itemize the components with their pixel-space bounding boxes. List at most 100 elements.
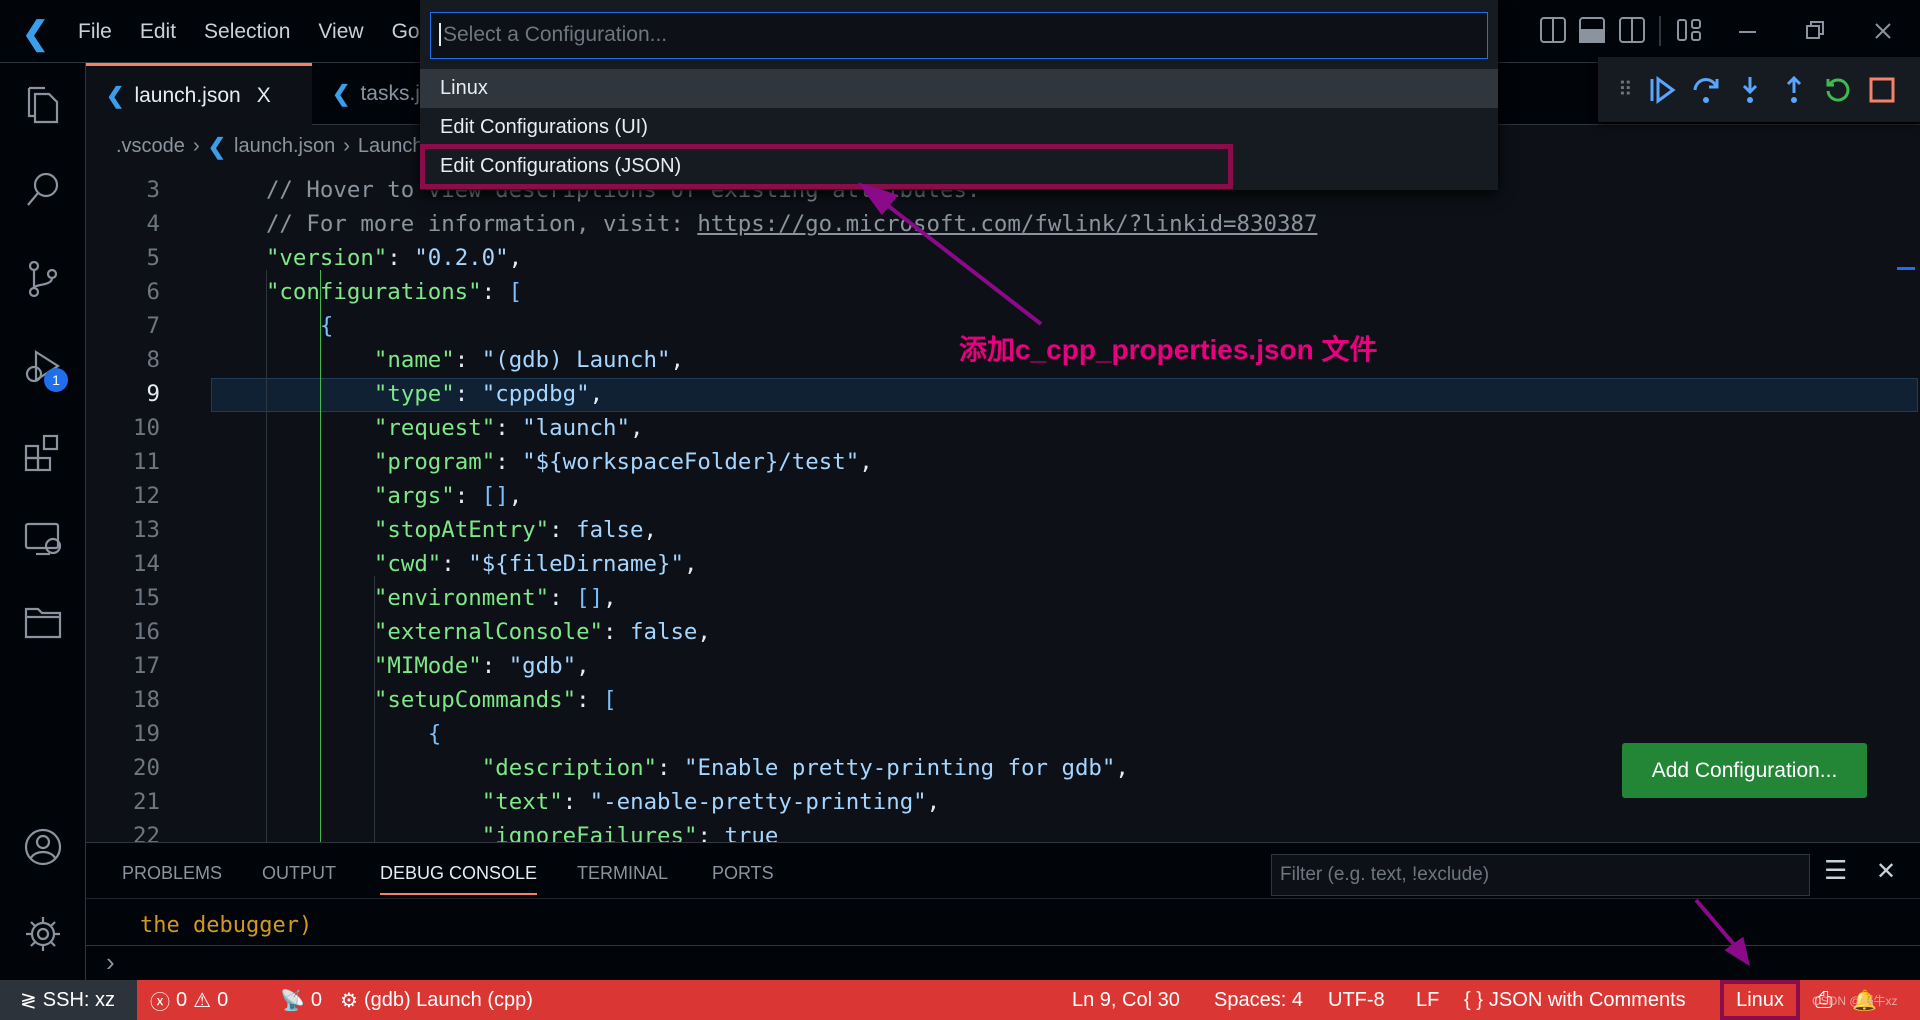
problems-status[interactable]: ⓧ 0 ⚠ 0 [150,980,228,1020]
quick-pick-item-linux[interactable]: Linux [420,69,1498,108]
remote-explorer-icon[interactable] [20,516,66,562]
settings-gear-icon[interactable] [20,911,66,957]
tab-terminal[interactable]: TERMINAL [577,863,668,884]
quick-pick-item-edit-ui[interactable]: Edit Configurations (UI) [420,108,1498,147]
menu-go[interactable]: Go [392,20,420,44]
cursor-position[interactable]: Ln 9, Col 30 [1072,980,1180,1020]
step-into-icon[interactable] [1735,75,1765,105]
eol-status[interactable]: LF [1416,980,1439,1020]
close-tab-icon[interactable]: X [257,84,271,108]
tab-output[interactable]: OUTPUT [262,863,336,884]
code-line[interactable]: 13 "stopAtEntry": false, [86,513,1918,547]
code-line[interactable]: 9 "type": "cppdbg", [86,377,1918,411]
code-line[interactable]: 6 "configurations": [ [86,275,1918,309]
account-icon[interactable] [20,824,66,870]
console-prompt[interactable]: › [106,947,115,978]
token-pun: : [454,347,482,373]
stop-icon[interactable] [1867,75,1897,105]
code-line[interactable]: 18 "setupCommands": [ [86,683,1918,717]
toggle-sidebar-icon[interactable] [1540,17,1566,43]
tab-label: launch.json [134,83,241,107]
token-pun: , [508,245,523,271]
add-configuration-button[interactable]: Add Configuration... [1622,743,1867,798]
indentation-status[interactable]: Spaces: 4 [1214,980,1303,1020]
line-number: 18 [133,687,160,713]
token-pun: , [926,789,941,815]
token-str: "gdb" [508,653,577,679]
tab-problems[interactable]: PROBLEMS [122,863,222,884]
menu-edit[interactable]: Edit [140,20,176,44]
token-pun: , [643,517,657,543]
token-pun: : [603,619,631,645]
console-filter-input[interactable]: Filter (e.g. text, !exclude) [1271,854,1810,896]
code-line[interactable]: 15 "environment": [], [86,581,1918,615]
filter-placeholder: Filter (e.g. text, !exclude) [1280,864,1490,885]
debug-badge: 1 [44,368,68,392]
menu-file[interactable]: File [78,20,112,44]
breadcrumb-symbol[interactable]: Launch [358,135,424,158]
continue-icon[interactable] [1647,75,1677,105]
code-line[interactable]: 11 "program": "${workspaceFolder}/test", [86,445,1918,479]
code-line[interactable]: 4 // For more information, visit: https:/… [86,207,1918,241]
broadcast-icon: 📡 [280,989,305,1012]
line-number: 4 [146,211,160,237]
token-pun: : [387,245,415,271]
restart-icon[interactable] [1823,75,1853,105]
source-control-icon[interactable] [20,256,66,302]
toggle-panel-icon[interactable] [1579,17,1605,43]
token-key: "configurations" [265,279,482,305]
code-text: "ignoreFailures": true [482,819,779,842]
code-line[interactable]: 10 "request": "launch", [86,411,1918,445]
code-text: "stopAtEntry": false, [374,513,657,547]
tab-ports[interactable]: PORTS [712,863,774,884]
encoding-status[interactable]: UTF-8 [1328,980,1385,1020]
tab-launch-json[interactable]: ❮ launch.json X [86,63,312,125]
token-pun: : [481,653,509,679]
remote-indicator[interactable]: ≷ SSH: xz [0,980,137,1020]
code-line[interactable]: 12 "args": [], [86,479,1918,513]
menu-selection[interactable]: Selection [204,20,290,44]
token-str: "${workspaceFolder}/test" [522,449,860,475]
step-out-icon[interactable] [1779,75,1809,105]
breadcrumb-file[interactable]: launch.json [234,135,335,158]
code-line[interactable]: 16 "externalConsole": false, [86,615,1918,649]
search-icon[interactable] [20,167,66,213]
ports-status[interactable]: 📡 0 [280,980,322,1020]
scrollbar-marker[interactable] [1897,267,1915,270]
breadcrumb-folder[interactable]: .vscode [116,135,185,158]
language-label: JSON with Comments [1488,988,1686,1011]
restore-icon[interactable] [1806,21,1824,39]
code-line[interactable]: 22 "ignoreFailures": true [86,819,1918,842]
vscode-file-icon: ❮ [106,82,125,108]
clear-console-icon[interactable]: ☰ [1824,855,1847,886]
token-cm: // For more information, visit: [265,211,698,237]
drag-handle-icon[interactable]: ⠿ [1618,77,1633,102]
code-line[interactable]: 14 "cwd": "${fileDirname}", [86,547,1918,581]
run-debug-icon[interactable]: 1 [20,344,68,392]
customize-layout-icon[interactable] [1677,19,1701,41]
close-window-icon[interactable] [1875,23,1891,39]
token-key: "description" [481,755,658,781]
menu-view[interactable]: View [318,20,363,44]
token-key: "environment" [373,585,550,611]
step-over-icon[interactable] [1691,75,1721,105]
code-text: "version": "0.2.0", [266,241,522,275]
explorer-icon[interactable] [20,82,66,128]
code-line[interactable]: 17 "MIMode": "gdb", [86,649,1918,683]
token-key: "request" [373,415,496,441]
token-pun: : [657,755,685,781]
cpp-configuration-status[interactable]: Linux [1720,980,1800,1020]
code-line[interactable]: 5 "version": "0.2.0", [86,241,1918,275]
folder-icon[interactable] [20,599,66,645]
code-editor[interactable]: 3// Hover to view descriptions of existi… [86,168,1920,842]
token-pun: : [697,823,725,842]
toggle-secondary-sidebar-icon[interactable] [1619,17,1645,43]
token-br: [] [576,585,604,611]
tab-debug-console[interactable]: DEBUG CONSOLE [380,863,538,895]
debug-launch-status[interactable]: ⚙ (gdb) Launch (cpp) [340,980,533,1020]
configuration-search-input[interactable]: Select a Configuration... [430,12,1488,59]
extensions-icon[interactable] [20,430,66,476]
token-br: [] [481,483,509,509]
close-panel-icon[interactable]: ✕ [1876,857,1896,886]
language-mode[interactable]: { } JSON with Comments [1464,980,1686,1020]
